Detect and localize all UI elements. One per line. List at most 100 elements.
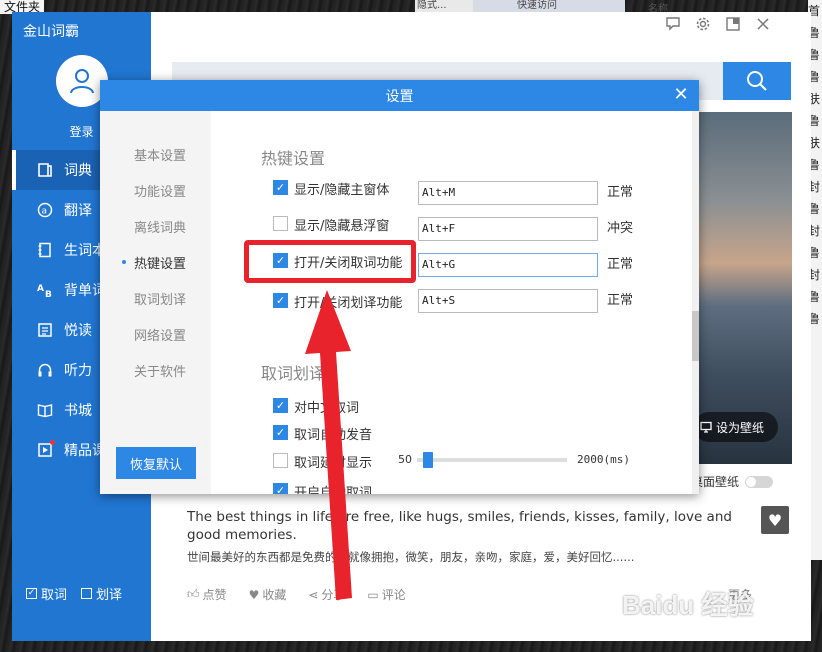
settings-content: 热键设置 ✓ 显示/隐藏主窗体 Alt+M 正常 显示/隐藏悬浮窗 Alt+F … bbox=[211, 111, 699, 494]
hotkey-status: 正常 bbox=[607, 185, 634, 200]
settings-nav-basic[interactable]: 基本设置 bbox=[134, 145, 186, 164]
heart-icon[interactable]: ♥ bbox=[761, 506, 789, 534]
share-action[interactable]: ⋖ 分享 bbox=[308, 586, 345, 603]
translate-icon: a bbox=[36, 201, 54, 219]
set-wallpaper-label: 设为壁纸 bbox=[716, 420, 765, 435]
quci-auto-checkbox[interactable]: ✓ bbox=[273, 483, 288, 494]
settings-nav-quci[interactable]: 取词划译 bbox=[134, 289, 186, 308]
monitor-icon bbox=[700, 421, 712, 433]
dictionary-icon bbox=[36, 161, 54, 179]
svg-text:a: a bbox=[42, 207, 48, 217]
quci-chinese-checkbox[interactable]: ✓ bbox=[273, 398, 288, 413]
sidebar-item-label: 词典 bbox=[64, 163, 92, 179]
svg-text:A: A bbox=[37, 284, 44, 294]
daily-quote-chinese: 世间最美好的东西都是免费的，就像拥抱，微笑，朋友，亲吻，家庭，爱，美好回忆...… bbox=[187, 550, 635, 564]
window-controls bbox=[664, 16, 772, 34]
bookstore-icon bbox=[36, 401, 54, 419]
hotkey-label: 显示/隐藏悬浮窗 bbox=[294, 219, 390, 234]
quci-option-label: 取词自动发音 bbox=[294, 428, 373, 443]
delay-slider-track[interactable] bbox=[417, 458, 567, 462]
bg-window-tab-quick-access: 快速访问 bbox=[473, 0, 625, 12]
sidebar-item-label: 悦读 bbox=[64, 323, 92, 339]
quci-delay-checkbox[interactable] bbox=[273, 453, 288, 468]
settings-nav-function[interactable]: 功能设置 bbox=[134, 181, 186, 200]
settings-nav-network[interactable]: 网络设置 bbox=[134, 325, 186, 344]
hotkey-main-window-input[interactable]: Alt+M bbox=[418, 181, 598, 205]
settings-gear-icon[interactable] bbox=[694, 16, 712, 34]
delay-slider-min: 50 bbox=[398, 453, 412, 466]
settings-nav-offline-dict[interactable]: 离线词典 bbox=[134, 217, 186, 236]
hotkey-status: 正常 bbox=[607, 293, 634, 308]
minimize-mode-icon[interactable] bbox=[724, 16, 742, 34]
quci-toggle[interactable]: ✓ 取词 bbox=[26, 584, 67, 603]
headphones-icon bbox=[36, 361, 54, 379]
app-name: 金山词霸 bbox=[23, 24, 79, 40]
quci-label: 取词 bbox=[41, 588, 68, 603]
search-icon bbox=[747, 71, 767, 91]
favorite-action[interactable]: ♥ 收藏 bbox=[249, 586, 287, 603]
comment-action[interactable]: ▭ 评论 bbox=[367, 586, 405, 603]
thumbs-up-icon: 👍︎ bbox=[187, 587, 200, 601]
dialog-title: 设置 bbox=[385, 88, 414, 105]
quote-actions: 👍︎ 点赞 ♥ 收藏 ⋖ 分享 ▭ 评论 bbox=[187, 586, 406, 603]
reading-icon bbox=[36, 321, 54, 339]
share-icon: ⋖ bbox=[308, 587, 319, 602]
annotation-highlight-box bbox=[244, 240, 416, 283]
huayi-checkbox[interactable] bbox=[81, 588, 93, 599]
sidebar-item-label: 书城 bbox=[64, 403, 92, 419]
close-window-icon[interactable] bbox=[754, 16, 772, 34]
quci-option-label: 取词延时显示 bbox=[294, 456, 373, 471]
comment-icon: ▭ bbox=[367, 587, 379, 602]
baidu-watermark-url: jingyan.baidu.com bbox=[648, 624, 737, 636]
hotkey-section-title: 热键设置 bbox=[261, 149, 326, 168]
hotkey-status: 正常 bbox=[607, 257, 634, 272]
huayi-label: 划译 bbox=[96, 588, 123, 603]
quci-option-label: 开启自动取词 bbox=[294, 486, 373, 494]
sidebar-item-label: 听力 bbox=[64, 363, 92, 379]
reset-defaults-button[interactable]: 恢复默认 bbox=[116, 447, 196, 479]
hotkey-float-window-checkbox[interactable] bbox=[273, 216, 288, 231]
desktop-wallpaper-setting: 桌面壁纸 bbox=[691, 473, 774, 490]
quci-checkbox[interactable]: ✓ bbox=[26, 588, 37, 599]
settings-dialog: 设置 ✕ 基本设置 功能设置 离线词典 热键设置 取词划译 网络设置 关于软件 … bbox=[100, 80, 699, 494]
hotkey-status: 冲突 bbox=[607, 221, 634, 236]
memorize-icon: AB bbox=[36, 281, 54, 299]
quci-autoplay-checkbox[interactable]: ✓ bbox=[273, 425, 288, 440]
settings-nav: 基本设置 功能设置 离线词典 热键设置 取词划译 网络设置 关于软件 恢复默认 bbox=[100, 111, 211, 494]
hotkey-huayi-input[interactable]: Alt+S bbox=[418, 289, 598, 313]
settings-nav-hotkeys[interactable]: 热键设置 bbox=[121, 253, 186, 272]
quci-option-label: 对中文取词 bbox=[294, 401, 360, 416]
notification-dot bbox=[50, 440, 55, 445]
quci-section-title: 取词划译 bbox=[261, 364, 326, 383]
like-action[interactable]: 👍︎ 点赞 bbox=[187, 586, 227, 603]
vocab-book-icon bbox=[36, 241, 54, 259]
daily-quote-english: The best things in life are free, like h… bbox=[187, 509, 732, 543]
heart-outline-icon: ♥ bbox=[248, 587, 260, 602]
sidebar-item-label: 翻译 bbox=[64, 203, 92, 219]
delay-slider-handle[interactable] bbox=[423, 452, 433, 468]
feedback-icon[interactable] bbox=[664, 16, 682, 34]
background-explorer-window: 隐式... 快速访问 bbox=[415, 0, 625, 12]
set-wallpaper-button[interactable]: 设为壁纸 bbox=[694, 412, 779, 442]
settings-scrollbar[interactable] bbox=[692, 111, 699, 494]
hotkey-huayi-checkbox[interactable]: ✓ bbox=[273, 293, 288, 308]
settings-scrollbar-thumb[interactable] bbox=[692, 311, 699, 361]
delay-slider-max: 2000(ms) bbox=[577, 453, 630, 466]
bg-column-header: 名称 bbox=[648, 4, 668, 15]
hotkey-label: 显示/隐藏主窗体 bbox=[294, 183, 390, 198]
dialog-titlebar: 设置 ✕ bbox=[100, 80, 699, 111]
search-button[interactable] bbox=[723, 62, 791, 100]
sidebar-footer: ✓ 取词 划译 bbox=[26, 584, 122, 603]
user-icon bbox=[70, 69, 94, 94]
hotkey-quci-input[interactable]: Alt+G bbox=[418, 253, 598, 277]
hotkey-label: 打开/关闭划译功能 bbox=[294, 296, 403, 311]
hotkey-float-window-input[interactable]: Alt+F bbox=[418, 217, 598, 241]
bg-window-tab: 隐式... bbox=[417, 0, 447, 11]
svg-text:B: B bbox=[45, 290, 52, 298]
dialog-close-icon[interactable]: ✕ bbox=[671, 85, 691, 105]
baidu-watermark: Baidu 经验 bbox=[622, 590, 754, 620]
desktop-wallpaper-toggle[interactable] bbox=[745, 475, 774, 488]
settings-nav-about[interactable]: 关于软件 bbox=[134, 361, 186, 380]
huayi-toggle[interactable]: 划译 bbox=[81, 584, 122, 603]
hotkey-main-window-checkbox[interactable]: ✓ bbox=[273, 180, 288, 195]
